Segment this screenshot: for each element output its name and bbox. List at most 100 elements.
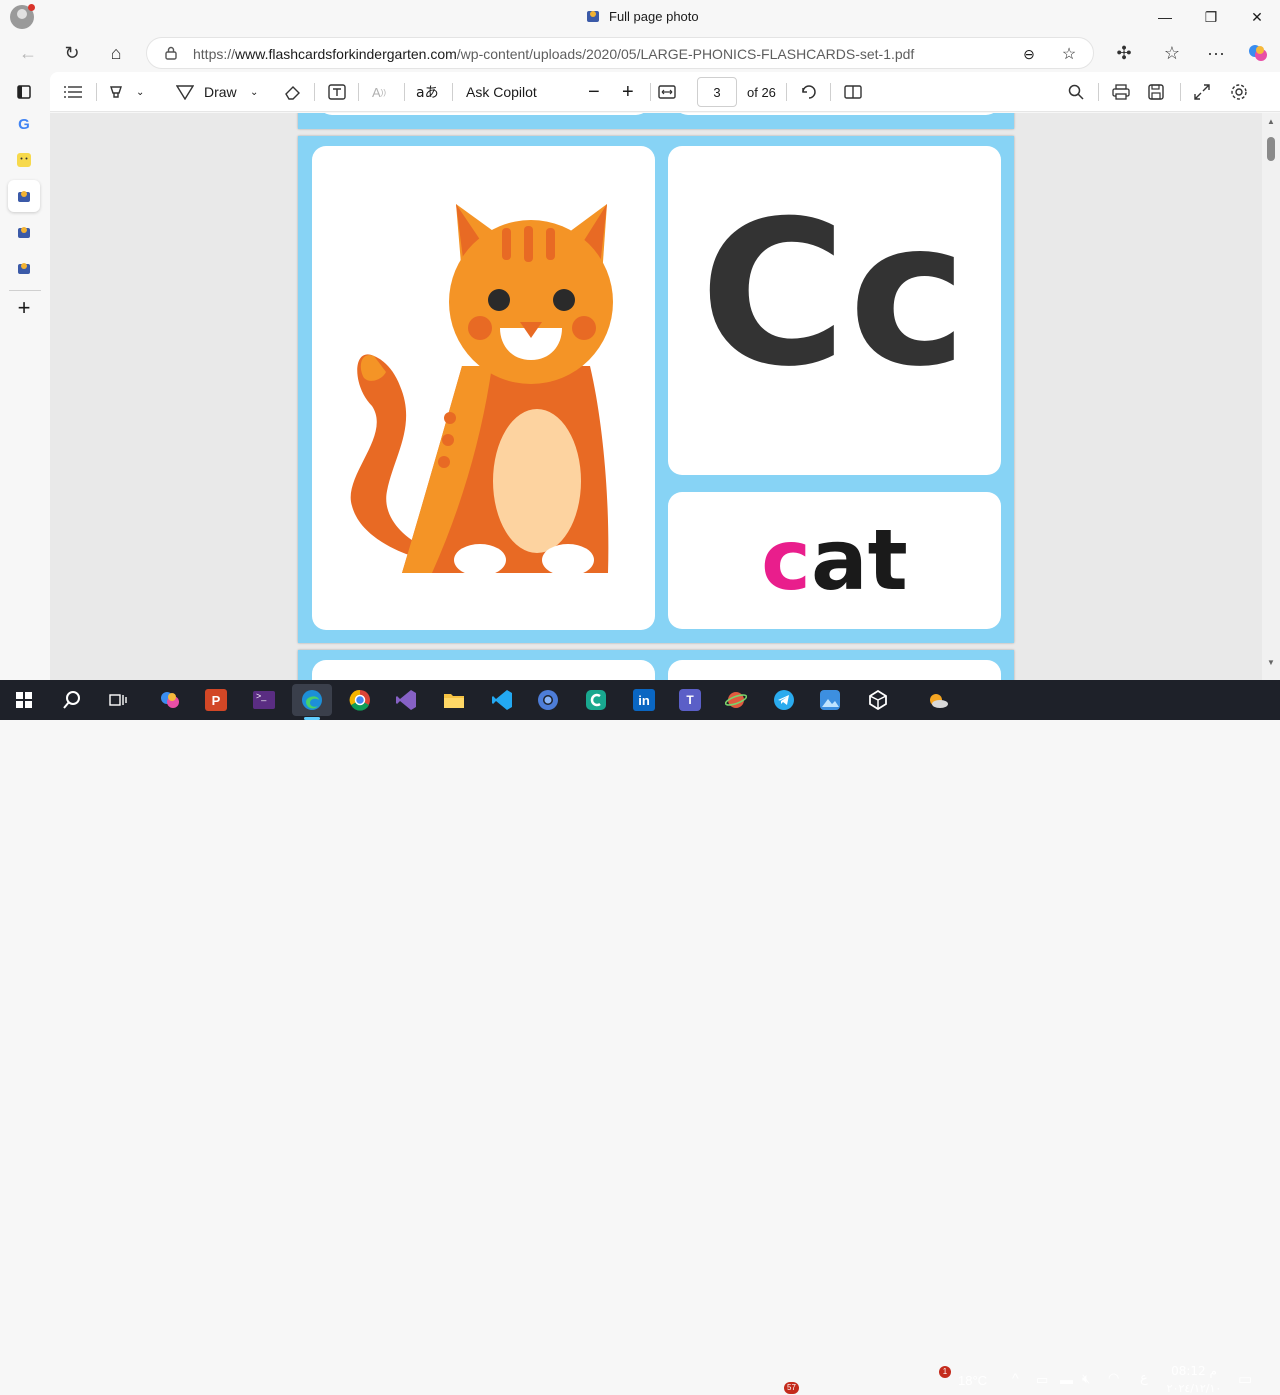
draw-icon xyxy=(176,85,194,100)
unity-icon[interactable] xyxy=(858,684,898,716)
more-menu-icon[interactable]: ··· xyxy=(1202,39,1230,67)
pinned-app-icon[interactable] xyxy=(8,216,40,248)
linkedin-icon[interactable]: in xyxy=(624,684,664,716)
save-icon[interactable] xyxy=(1148,72,1164,112)
scroll-down-icon[interactable]: ▼ xyxy=(1267,658,1275,667)
word-card: cat xyxy=(668,492,1001,629)
zoom-in-icon[interactable]: + xyxy=(622,72,634,112)
page-favicon-icon xyxy=(587,11,599,22)
input-language[interactable]: ع xyxy=(1140,1371,1148,1386)
address-field[interactable]: https://www.flashcardsforkindergarten.co… xyxy=(146,37,1094,69)
back-button[interactable]: ← xyxy=(14,39,42,67)
read-aloud-icon[interactable]: A)) xyxy=(372,72,386,112)
planet-app-icon[interactable] xyxy=(716,684,756,716)
telegram-badge: 57 xyxy=(784,1382,799,1394)
card-placeholder xyxy=(318,113,650,115)
card-placeholder xyxy=(668,660,1001,680)
google-icon[interactable]: G xyxy=(8,108,40,140)
ask-copilot-button[interactable]: Ask Copilot xyxy=(466,72,537,112)
url-prefix: https:// xyxy=(193,46,236,62)
telegram-icon[interactable] xyxy=(764,684,804,716)
vscode-icon[interactable] xyxy=(482,684,522,716)
settings-gear-icon[interactable] xyxy=(1230,72,1248,112)
emoji-app-icon[interactable] xyxy=(8,144,40,176)
window-controls: — ❐ ✕ xyxy=(1142,0,1280,34)
add-text-icon[interactable] xyxy=(328,72,346,112)
taskbar: P >_ in T 57 1 18°C ^ ▭ ▬ 🔇︎ ◠ ع 08:12 م… xyxy=(0,680,1280,1395)
copilot-app-icon[interactable] xyxy=(150,684,190,716)
draw-chevron-down-icon[interactable]: ⌄ xyxy=(250,72,258,112)
chrome-icon[interactable] xyxy=(340,684,380,716)
contents-icon[interactable] xyxy=(64,72,82,112)
copilot-icon[interactable] xyxy=(1244,39,1272,67)
pdf-page-previous xyxy=(298,113,1014,129)
translate-icon[interactable]: aあ xyxy=(416,72,439,112)
home-button[interactable]: ⌂ xyxy=(102,39,130,67)
pinned-app-icon[interactable] xyxy=(8,180,40,212)
sidebar-divider xyxy=(9,290,41,291)
teams-icon[interactable]: T xyxy=(670,684,710,716)
battery-icon[interactable]: ▬ xyxy=(1060,1372,1073,1387)
scroll-up-icon[interactable]: ▲ xyxy=(1267,117,1275,126)
photos-icon[interactable] xyxy=(810,684,850,716)
close-button[interactable]: ✕ xyxy=(1234,0,1280,34)
site-info-icon[interactable] xyxy=(165,46,177,60)
restore-button[interactable]: ❐ xyxy=(1188,0,1234,34)
window-title: Full page photo xyxy=(585,8,699,24)
extensions-icon[interactable]: ✣ xyxy=(1110,39,1138,67)
volume-muted-icon[interactable]: 🔇︎ xyxy=(1082,1371,1090,1387)
minimize-button[interactable]: — xyxy=(1142,0,1188,34)
card-placeholder xyxy=(674,113,1000,115)
url-text[interactable]: https://www.flashcardsforkindergarten.co… xyxy=(193,46,914,62)
vertical-scrollbar[interactable]: ▲ ▼ xyxy=(1262,113,1280,680)
letter-pair-text: Cc xyxy=(699,178,970,411)
fullscreen-icon[interactable] xyxy=(1194,72,1210,112)
meet-now-icon[interactable]: ▭ xyxy=(1036,1372,1048,1388)
terminal-icon[interactable]: >_ xyxy=(244,684,284,716)
cat-illustration-icon xyxy=(350,204,613,583)
search-icon[interactable] xyxy=(52,684,92,716)
page-number-input[interactable]: 3 xyxy=(697,77,737,107)
pinned-app-icon[interactable] xyxy=(8,252,40,284)
window-title-text: Full page photo xyxy=(609,8,699,24)
pdf-page-current: Cc cat xyxy=(298,136,1014,643)
powerpoint-icon[interactable]: P xyxy=(196,684,236,716)
wifi-icon[interactable]: ◠ xyxy=(1108,1370,1119,1386)
task-view-icon[interactable] xyxy=(98,684,138,716)
favorite-star-icon[interactable]: ☆ xyxy=(1059,44,1079,64)
highlight-chevron-down-icon[interactable]: ⌄ xyxy=(136,72,144,112)
chrome-profile-icon[interactable] xyxy=(528,684,568,716)
file-explorer-icon[interactable] xyxy=(434,684,474,716)
print-icon[interactable] xyxy=(1112,72,1130,112)
tab-actions-icon[interactable] xyxy=(8,76,40,108)
rotate-icon[interactable] xyxy=(800,72,818,112)
favorites-icon[interactable]: ☆ xyxy=(1158,39,1186,67)
clock-date[interactable]: ٢٠٢٤/١٢/١٠ xyxy=(1164,1382,1224,1395)
weather-badge: 1 xyxy=(939,1366,951,1378)
notifications-icon[interactable]: ▭ xyxy=(1238,1370,1252,1388)
weather-icon[interactable] xyxy=(918,684,958,716)
app-green-icon[interactable] xyxy=(576,684,616,716)
highlight-icon[interactable] xyxy=(108,72,124,112)
fit-width-icon[interactable] xyxy=(658,72,676,112)
scrollbar-thumb[interactable] xyxy=(1267,137,1275,161)
clock-time[interactable]: 08:12 م xyxy=(1166,1364,1222,1378)
start-windows-icon[interactable] xyxy=(4,684,44,716)
search-icon[interactable] xyxy=(1068,72,1084,112)
eraser-icon[interactable] xyxy=(284,72,302,112)
weather-temp[interactable]: 18°C xyxy=(958,1373,987,1388)
pdf-viewer[interactable]: Cc cat xyxy=(50,113,1280,680)
edge-browser-icon[interactable] xyxy=(292,684,332,716)
url-path: /wp-content/uploads/2020/05/LARGE-PHONIC… xyxy=(456,46,915,62)
show-hidden-icons-chevron-up-icon[interactable]: ^ xyxy=(1012,1370,1019,1386)
profile-notification-dot xyxy=(28,4,35,11)
page-view-icon[interactable] xyxy=(844,72,862,112)
zoom-icon[interactable]: ⊖ xyxy=(1019,44,1039,64)
visual-studio-icon[interactable] xyxy=(386,684,426,716)
card-placeholder xyxy=(312,660,655,680)
refresh-button[interactable]: ↻ xyxy=(58,39,86,67)
draw-button[interactable]: Draw xyxy=(176,72,237,112)
add-icon[interactable]: + xyxy=(8,292,40,324)
page-total: of 26 xyxy=(747,84,776,100)
zoom-out-icon[interactable]: − xyxy=(588,72,600,112)
